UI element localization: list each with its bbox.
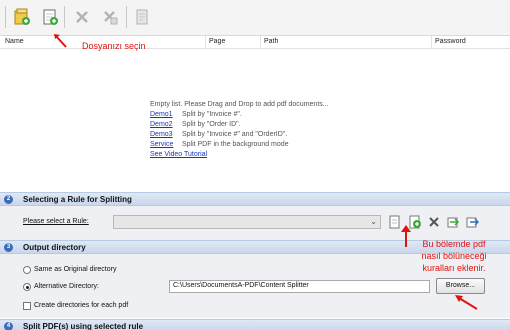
demo3-link[interactable]: Demo3 bbox=[150, 131, 180, 138]
video-tutorial-link[interactable]: See Video Tutorial bbox=[150, 151, 207, 158]
demo1-description: Split by "Invoice #". bbox=[181, 111, 242, 118]
rule-annotation-line3: kuralları eklenir. bbox=[422, 263, 486, 273]
delete-rule-icon[interactable] bbox=[427, 215, 441, 229]
demo1-link[interactable]: Demo1 bbox=[150, 111, 180, 118]
service-link[interactable]: Service bbox=[150, 141, 180, 148]
remove-all-icon[interactable] bbox=[100, 7, 120, 27]
create-directories-label[interactable]: Create directories for each pdf bbox=[34, 302, 128, 309]
file-list[interactable] bbox=[0, 50, 510, 190]
toolbar-separator bbox=[126, 6, 127, 28]
column-separator bbox=[431, 36, 432, 49]
toolbar-separator bbox=[64, 6, 65, 28]
remove-icon[interactable] bbox=[72, 7, 92, 27]
toolbar-separator bbox=[5, 6, 6, 28]
annotation-arrow-icon bbox=[401, 225, 411, 247]
section-rule-header[interactable]: 2 Selecting a Rule for Splitting bbox=[0, 192, 510, 206]
same-as-original-label[interactable]: Same as Original directory bbox=[34, 266, 116, 273]
chevron-down-icon: ⌄ bbox=[370, 217, 377, 226]
toolbar bbox=[0, 0, 510, 36]
create-directories-checkbox[interactable] bbox=[23, 302, 31, 310]
column-separator bbox=[205, 36, 206, 49]
step-2-badge: 2 bbox=[4, 195, 13, 204]
add-folder-icon[interactable] bbox=[40, 7, 60, 27]
rule-annotation-line2: nasıl bölüneceği bbox=[421, 251, 487, 261]
export-rule-icon[interactable] bbox=[465, 215, 479, 229]
rule-annotation-line1: Bu bölemde pdf bbox=[422, 239, 486, 249]
section-split-title: Split PDF(s) using selected rule bbox=[23, 322, 144, 330]
demo-row: Demo3 Split by "Invoice #" and "OrderID"… bbox=[150, 131, 287, 138]
annotation-arrow-icon bbox=[54, 34, 67, 48]
same-as-original-radio[interactable] bbox=[23, 266, 31, 274]
file-list-header: Name Page Path Password bbox=[0, 36, 510, 49]
column-path[interactable]: Path bbox=[264, 38, 278, 45]
section-output-title: Output directory bbox=[23, 243, 86, 252]
alternative-directory-label[interactable]: Alternative Directory: bbox=[34, 283, 99, 290]
column-name[interactable]: Name bbox=[5, 38, 24, 45]
add-files-icon[interactable] bbox=[12, 7, 32, 27]
annotation-arrow-icon bbox=[455, 295, 478, 310]
document-icon[interactable] bbox=[132, 7, 152, 27]
section-rule-title: Selecting a Rule for Splitting bbox=[23, 195, 132, 204]
demo-row: Service Split PDF in the background mode bbox=[150, 141, 289, 148]
demo2-link[interactable]: Demo2 bbox=[150, 121, 180, 128]
column-separator bbox=[260, 36, 261, 49]
step-4-badge: 4 bbox=[4, 322, 13, 330]
demo-row: Demo1 Split by "Invoice #". bbox=[150, 111, 242, 118]
service-description: Split PDF in the background mode bbox=[181, 141, 289, 148]
alternative-directory-radio[interactable] bbox=[23, 283, 31, 291]
empty-list-message: Empty list. Please Drag and Drop to add … bbox=[150, 101, 329, 108]
column-password[interactable]: Password bbox=[435, 38, 466, 45]
demo2-description: Split by "Order ID". bbox=[181, 121, 241, 128]
select-file-annotation: Dosyanızı seçin bbox=[82, 41, 146, 51]
step-3-badge: 3 bbox=[4, 243, 13, 252]
import-rule-icon[interactable] bbox=[446, 215, 460, 229]
demo-row: Demo2 Split by "Order ID". bbox=[150, 121, 241, 128]
rule-select[interactable]: ⌄ bbox=[113, 215, 381, 229]
browse-button[interactable]: Browse... bbox=[436, 278, 485, 294]
output-path-field[interactable]: C:\Users\DocumentsA-PDF\Content Splitter bbox=[169, 280, 430, 293]
section-split-header[interactable]: 4 Split PDF(s) using selected rule bbox=[0, 319, 510, 330]
rule-label: Please select a Rule: bbox=[23, 218, 89, 225]
column-page[interactable]: Page bbox=[209, 38, 225, 45]
demo3-description: Split by "Invoice #" and "OrderID". bbox=[181, 131, 288, 138]
demo-row: See Video Tutorial bbox=[150, 151, 207, 158]
rule-annotation: Bu bölemde pdf nasıl bölüneceği kurallar… bbox=[415, 238, 493, 274]
